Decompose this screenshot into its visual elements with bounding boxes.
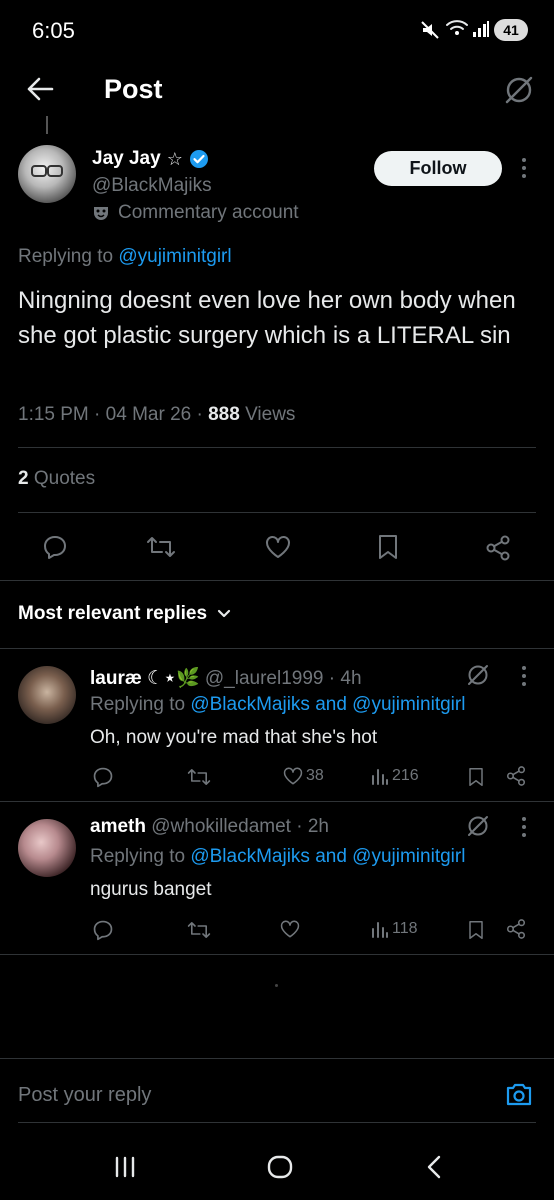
follow-label: Follow <box>409 158 467 178</box>
post-date: 04 Mar 26 <box>105 404 192 425</box>
share-icon[interactable] <box>484 534 512 562</box>
masks-icon <box>92 204 110 222</box>
replying-prefix: Replying to <box>18 246 114 267</box>
views-count: 118 <box>392 920 418 937</box>
divider <box>0 580 554 581</box>
divider <box>18 1122 536 1123</box>
author-avatar[interactable] <box>18 145 76 203</box>
author-handle[interactable]: @BlackMajiks <box>92 175 212 197</box>
home-icon[interactable] <box>267 1155 293 1179</box>
views-count: 888 <box>208 404 240 425</box>
status-time: 6:05 <box>32 18 75 43</box>
repost-icon[interactable] <box>187 766 211 788</box>
reply-icon[interactable] <box>42 534 68 560</box>
reply-time: 2h <box>307 816 329 837</box>
page-title: Post <box>104 74 163 104</box>
replying-to: Replying to @yujiminitgirl <box>18 246 232 268</box>
reply-text: ngurus banget <box>90 879 212 900</box>
post-time: 1:15 PM <box>18 404 89 425</box>
signal-icon <box>472 20 490 38</box>
views-action[interactable]: 118 <box>371 919 418 939</box>
battery-level: 41 <box>503 22 519 38</box>
more-options-icon[interactable] <box>520 665 528 687</box>
share-icon[interactable] <box>505 918 527 940</box>
author-name-row[interactable]: Jay Jay ☆ <box>92 148 209 170</box>
divider <box>0 954 554 955</box>
divider <box>18 512 536 513</box>
like-count: 38 <box>306 767 324 784</box>
grok-icon[interactable] <box>466 814 490 838</box>
bookmark-icon[interactable] <box>467 766 485 788</box>
recents-icon[interactable] <box>113 1156 137 1178</box>
wifi-icon <box>446 18 468 38</box>
reply-icon[interactable] <box>92 766 114 788</box>
reply-handle[interactable]: @whokilledamet <box>151 816 291 837</box>
reply-text: Oh, now you're mad that she's hot <box>90 727 378 748</box>
reply-header: ameth @whokilledamet · 2h <box>90 816 329 837</box>
replying-to-link[interactable]: @BlackMajiks and @yujiminitgirl <box>190 694 465 715</box>
star-icon: ☆ <box>166 148 183 169</box>
like-action[interactable]: 38 <box>282 766 324 786</box>
like-icon[interactable] <box>264 534 292 560</box>
grok-icon[interactable] <box>466 663 490 687</box>
reply-composer: Post your reply <box>0 1059 554 1123</box>
views-icon <box>372 922 388 938</box>
grok-icon[interactable] <box>504 75 534 105</box>
reply-replying-to: Replying to @BlackMajiks and @yujiminitg… <box>90 694 466 715</box>
chevron-down-icon <box>217 609 231 619</box>
account-label-row: Commentary account <box>92 202 299 224</box>
post-meta: 1:15 PM · 04 Mar 26 · 888 Views <box>18 404 296 425</box>
post-action-bar <box>0 528 554 568</box>
repost-icon[interactable] <box>146 534 176 560</box>
system-nav-bar <box>0 1130 554 1200</box>
reply-item[interactable]: ameth @whokilledamet · 2h Replying to @B… <box>0 802 554 954</box>
reply-item[interactable]: lauræ ☾⋆🌿 @_laurel1999 · 4h Replying to … <box>0 649 554 801</box>
quotes-stat[interactable]: 2 Quotes <box>18 468 95 490</box>
mute-icon <box>420 20 440 40</box>
back-icon[interactable] <box>426 1155 442 1179</box>
like-icon <box>283 767 303 785</box>
quotes-label: Quotes <box>33 468 96 489</box>
reply-time: 4h <box>340 668 362 689</box>
repost-icon[interactable] <box>187 919 211 941</box>
replies-sort-dropdown[interactable]: Most relevant replies <box>18 603 231 625</box>
account-label: Commentary account <box>118 202 299 223</box>
reply-name[interactable]: lauræ ☾⋆🌿 <box>90 668 200 689</box>
loading-dot <box>275 984 278 987</box>
reply-header: lauræ ☾⋆🌿 @_laurel1999 · 4h <box>90 668 362 689</box>
reply-handle[interactable]: @_laurel1999 <box>205 668 324 689</box>
status-bar: 6:05 41 <box>0 0 554 60</box>
like-icon <box>280 920 300 938</box>
share-icon[interactable] <box>505 765 527 787</box>
back-arrow-icon[interactable] <box>26 76 54 102</box>
reply-avatar[interactable] <box>18 666 76 724</box>
author-name[interactable]: Jay Jay <box>92 148 161 170</box>
camera-icon[interactable] <box>505 1081 533 1107</box>
more-options-icon[interactable] <box>520 816 528 838</box>
post-text: Ningning doesnt even love her own body w… <box>18 287 516 349</box>
reply-input[interactable]: Post your reply <box>18 1084 151 1107</box>
replying-to-link[interactable]: @BlackMajiks and @yujiminitgirl <box>190 846 465 867</box>
views-action[interactable]: 216 <box>371 766 419 786</box>
reply-name[interactable]: ameth <box>90 816 146 837</box>
replies-sort-label: Most relevant replies <box>18 603 208 624</box>
top-bar: Post <box>0 60 554 128</box>
more-options-icon[interactable] <box>520 156 528 180</box>
follow-button[interactable]: Follow <box>374 151 502 186</box>
bookmark-icon[interactable] <box>467 919 485 941</box>
reply-icon[interactable] <box>92 919 114 941</box>
reply-replying-to: Replying to @BlackMajiks and @yujiminitg… <box>90 846 466 867</box>
like-action[interactable] <box>279 919 303 939</box>
verified-badge-icon <box>189 149 209 169</box>
replying-to-link[interactable]: @yujiminitgirl <box>118 246 231 267</box>
quotes-count: 2 <box>18 468 29 489</box>
bookmark-icon[interactable] <box>376 534 400 560</box>
views-label: Views <box>245 404 296 425</box>
views-count: 216 <box>392 767 419 784</box>
views-icon <box>372 769 388 785</box>
battery-icon: 41 <box>494 19 528 41</box>
thread-line <box>46 116 48 134</box>
reply-avatar[interactable] <box>18 819 76 877</box>
divider <box>18 447 536 448</box>
